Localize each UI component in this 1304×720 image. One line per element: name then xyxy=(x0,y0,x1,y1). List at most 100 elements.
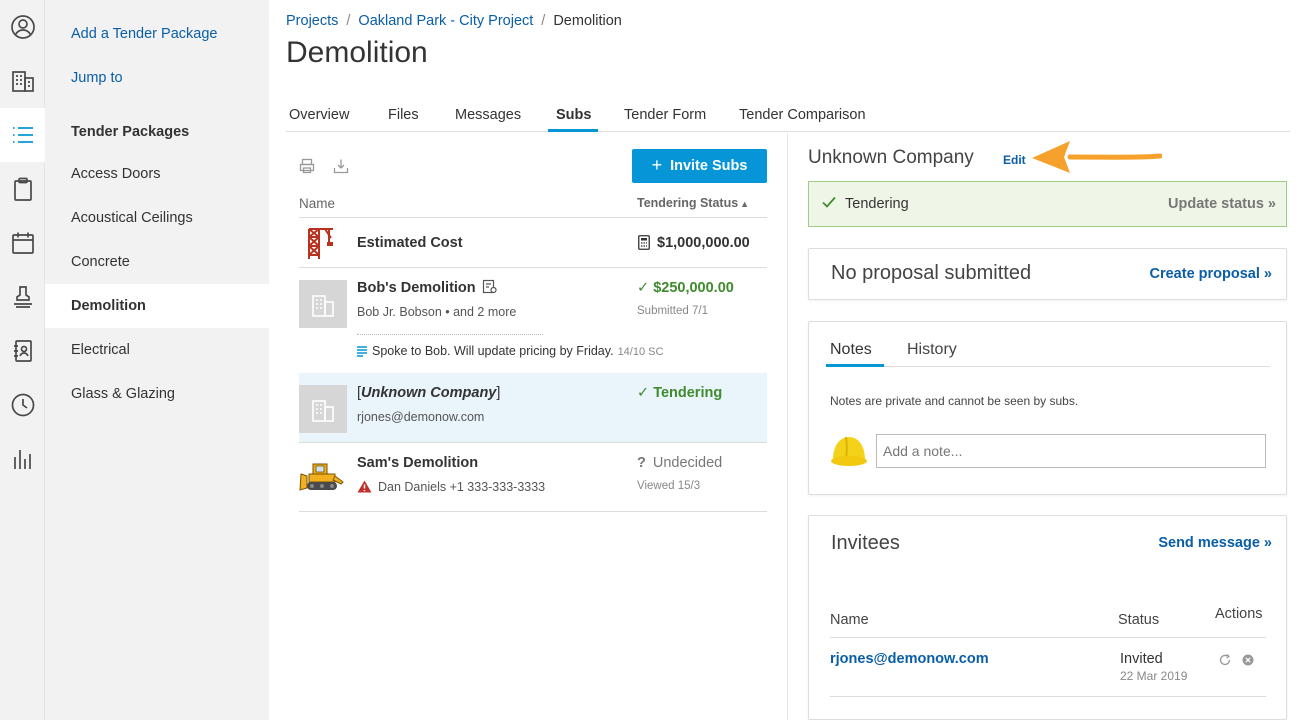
certificate-icon xyxy=(482,279,497,294)
update-status-link[interactable]: Update status » xyxy=(1168,196,1276,212)
tab-tender-comparison[interactable]: Tender Comparison xyxy=(739,107,866,123)
tab-history[interactable]: History xyxy=(907,341,957,359)
column-header-status-label: Tendering Status xyxy=(637,196,739,210)
divider xyxy=(826,366,1270,367)
edit-company-link[interactable]: Edit xyxy=(1003,153,1026,167)
invitees-col-status: Status xyxy=(1118,612,1160,628)
tab-tender-form[interactable]: Tender Form xyxy=(624,107,706,123)
note-input[interactable] xyxy=(876,434,1266,468)
sub-contact: Dan Daniels +1 333-333-3333 xyxy=(378,480,546,494)
sidebar-item-concrete[interactable]: Concrete xyxy=(45,240,269,284)
check-icon: ✓ xyxy=(637,385,654,401)
sub-status-meta: Viewed 15/3 xyxy=(637,480,701,492)
check-icon: ✓ xyxy=(637,280,654,296)
sub-status-value: Tendering xyxy=(653,385,723,401)
tab-messages[interactable]: Messages xyxy=(455,107,521,123)
package-tabs: Overview Files Messages Subs Tender Form… xyxy=(286,100,1290,132)
sub-name: Bob's Demolition xyxy=(357,280,476,296)
sub-name: [Unknown Company] xyxy=(357,385,500,401)
company-title: Unknown Company xyxy=(808,147,974,168)
icon-rail xyxy=(0,0,45,720)
status-label: Tendering xyxy=(845,196,909,212)
status-banner: Tendering Update status » xyxy=(808,181,1287,227)
print-icon[interactable] xyxy=(299,158,315,174)
invitees-col-actions: Actions xyxy=(1215,606,1263,622)
panel-divider xyxy=(787,133,788,720)
sub-name: Sam's Demolition xyxy=(357,455,479,471)
column-header-status[interactable]: Tendering Status ▲ xyxy=(637,196,749,210)
sub-status: ✓ $250,000.00 xyxy=(637,280,734,296)
sub-status: ✓ Tendering xyxy=(637,385,722,401)
bulldozer-icon xyxy=(299,463,344,491)
sidebar-item-demolition[interactable]: Demolition xyxy=(45,284,269,328)
estimated-cost-row: Estimated Cost $1,000,000.00 xyxy=(299,218,767,267)
breadcrumb-current: Demolition xyxy=(553,13,622,29)
tab-notes[interactable]: Notes xyxy=(830,341,872,359)
invitee-email[interactable]: rjones@demonow.com xyxy=(830,651,989,667)
invitee-date: 22 Mar 2019 xyxy=(1120,669,1188,683)
tab-subs[interactable]: Subs xyxy=(556,107,591,123)
divider xyxy=(299,511,767,512)
invitees-title: Invitees xyxy=(831,532,900,554)
divider xyxy=(830,696,1266,697)
sub-status-value: $250,000.00 xyxy=(653,280,734,296)
sidebar-item-acoustical-ceilings[interactable]: Acoustical Ceilings xyxy=(45,196,269,240)
breadcrumb: Projects / Oakland Park - City Project / Dem… xyxy=(286,13,622,29)
question-icon: ? xyxy=(637,455,646,471)
annotation-arrow-icon xyxy=(1032,141,1162,173)
clock-icon[interactable] xyxy=(0,378,45,432)
hard-hat-avatar-icon xyxy=(831,436,867,466)
sidebar-item-glass-glazing[interactable]: Glass & Glazing xyxy=(45,372,269,416)
bar-chart-icon[interactable] xyxy=(0,432,45,486)
proposal-card: No proposal submitted Create proposal » xyxy=(808,248,1287,300)
sub-status: ? Undecided xyxy=(637,455,722,471)
create-proposal-link[interactable]: Create proposal » xyxy=(1150,266,1273,282)
sub-contact: rjones@demonow.com xyxy=(357,410,485,424)
note-icon xyxy=(357,346,367,357)
plus-icon: + xyxy=(651,154,663,175)
download-icon[interactable] xyxy=(333,158,349,174)
building-icon[interactable] xyxy=(0,54,45,108)
column-header-name[interactable]: Name xyxy=(299,196,335,211)
address-book-icon[interactable] xyxy=(0,324,45,378)
sidebar-item-electrical[interactable]: Electrical xyxy=(45,328,269,372)
add-tender-package-link[interactable]: Add a Tender Package xyxy=(71,26,217,42)
estimated-cost-label: Estimated Cost xyxy=(357,235,463,251)
tab-overview[interactable]: Overview xyxy=(289,107,349,123)
company-placeholder-icon xyxy=(299,385,347,433)
tab-files[interactable]: Files xyxy=(388,107,419,123)
page-title: Demolition xyxy=(286,36,428,69)
notes-card: Notes History Notes are private and cann… xyxy=(808,321,1287,495)
jump-to-link[interactable]: Jump to xyxy=(71,70,123,86)
notes-hint: Notes are private and cannot be seen by … xyxy=(830,394,1079,408)
remove-icon[interactable] xyxy=(1241,653,1255,667)
company-placeholder-icon xyxy=(299,280,347,328)
sub-note-text: Spoke to Bob. Will update pricing by Fri… xyxy=(372,344,614,358)
sub-row-bobs-demolition[interactable]: Bob's Demolition Bob Jr. Bobson • and 2 … xyxy=(299,268,767,372)
sub-row-sams-demolition[interactable]: Sam's Demolition Dan Daniels +1 333-333-… xyxy=(299,443,767,511)
send-message-link[interactable]: Send message » xyxy=(1158,535,1272,551)
sub-row-unknown-company[interactable]: [Unknown Company] rjones@demonow.com ✓ T… xyxy=(299,373,767,442)
tender-sidebar: Add a Tender Package Jump to Tender Pack… xyxy=(45,0,269,720)
clipboard-icon[interactable] xyxy=(0,162,45,216)
sub-note-meta: 14/10 SC xyxy=(617,346,664,358)
calendar-icon[interactable] xyxy=(0,216,45,270)
profile-icon[interactable] xyxy=(0,0,45,54)
estimated-cost-value: $1,000,000.00 xyxy=(657,235,750,251)
divider xyxy=(357,334,543,335)
breadcrumb-project[interactable]: Oakland Park - City Project xyxy=(358,13,533,29)
list-icon[interactable] xyxy=(0,108,45,162)
divider xyxy=(830,637,1266,638)
sidebar-item-access-doors[interactable]: Access Doors xyxy=(45,152,269,196)
invite-subs-button[interactable]: + Invite Subs xyxy=(632,149,767,183)
sub-note: Spoke to Bob. Will update pricing by Fri… xyxy=(372,344,663,358)
active-tab-indicator xyxy=(826,364,884,367)
breadcrumb-projects[interactable]: Projects xyxy=(286,13,338,29)
invitees-col-name: Name xyxy=(830,612,869,628)
check-icon xyxy=(822,196,836,208)
resend-icon[interactable] xyxy=(1218,653,1232,667)
sub-name-text: Unknown Company xyxy=(361,385,497,401)
invitee-status: Invited xyxy=(1120,651,1163,667)
stamp-icon[interactable] xyxy=(0,270,45,324)
sub-status-value: Undecided xyxy=(652,455,723,471)
